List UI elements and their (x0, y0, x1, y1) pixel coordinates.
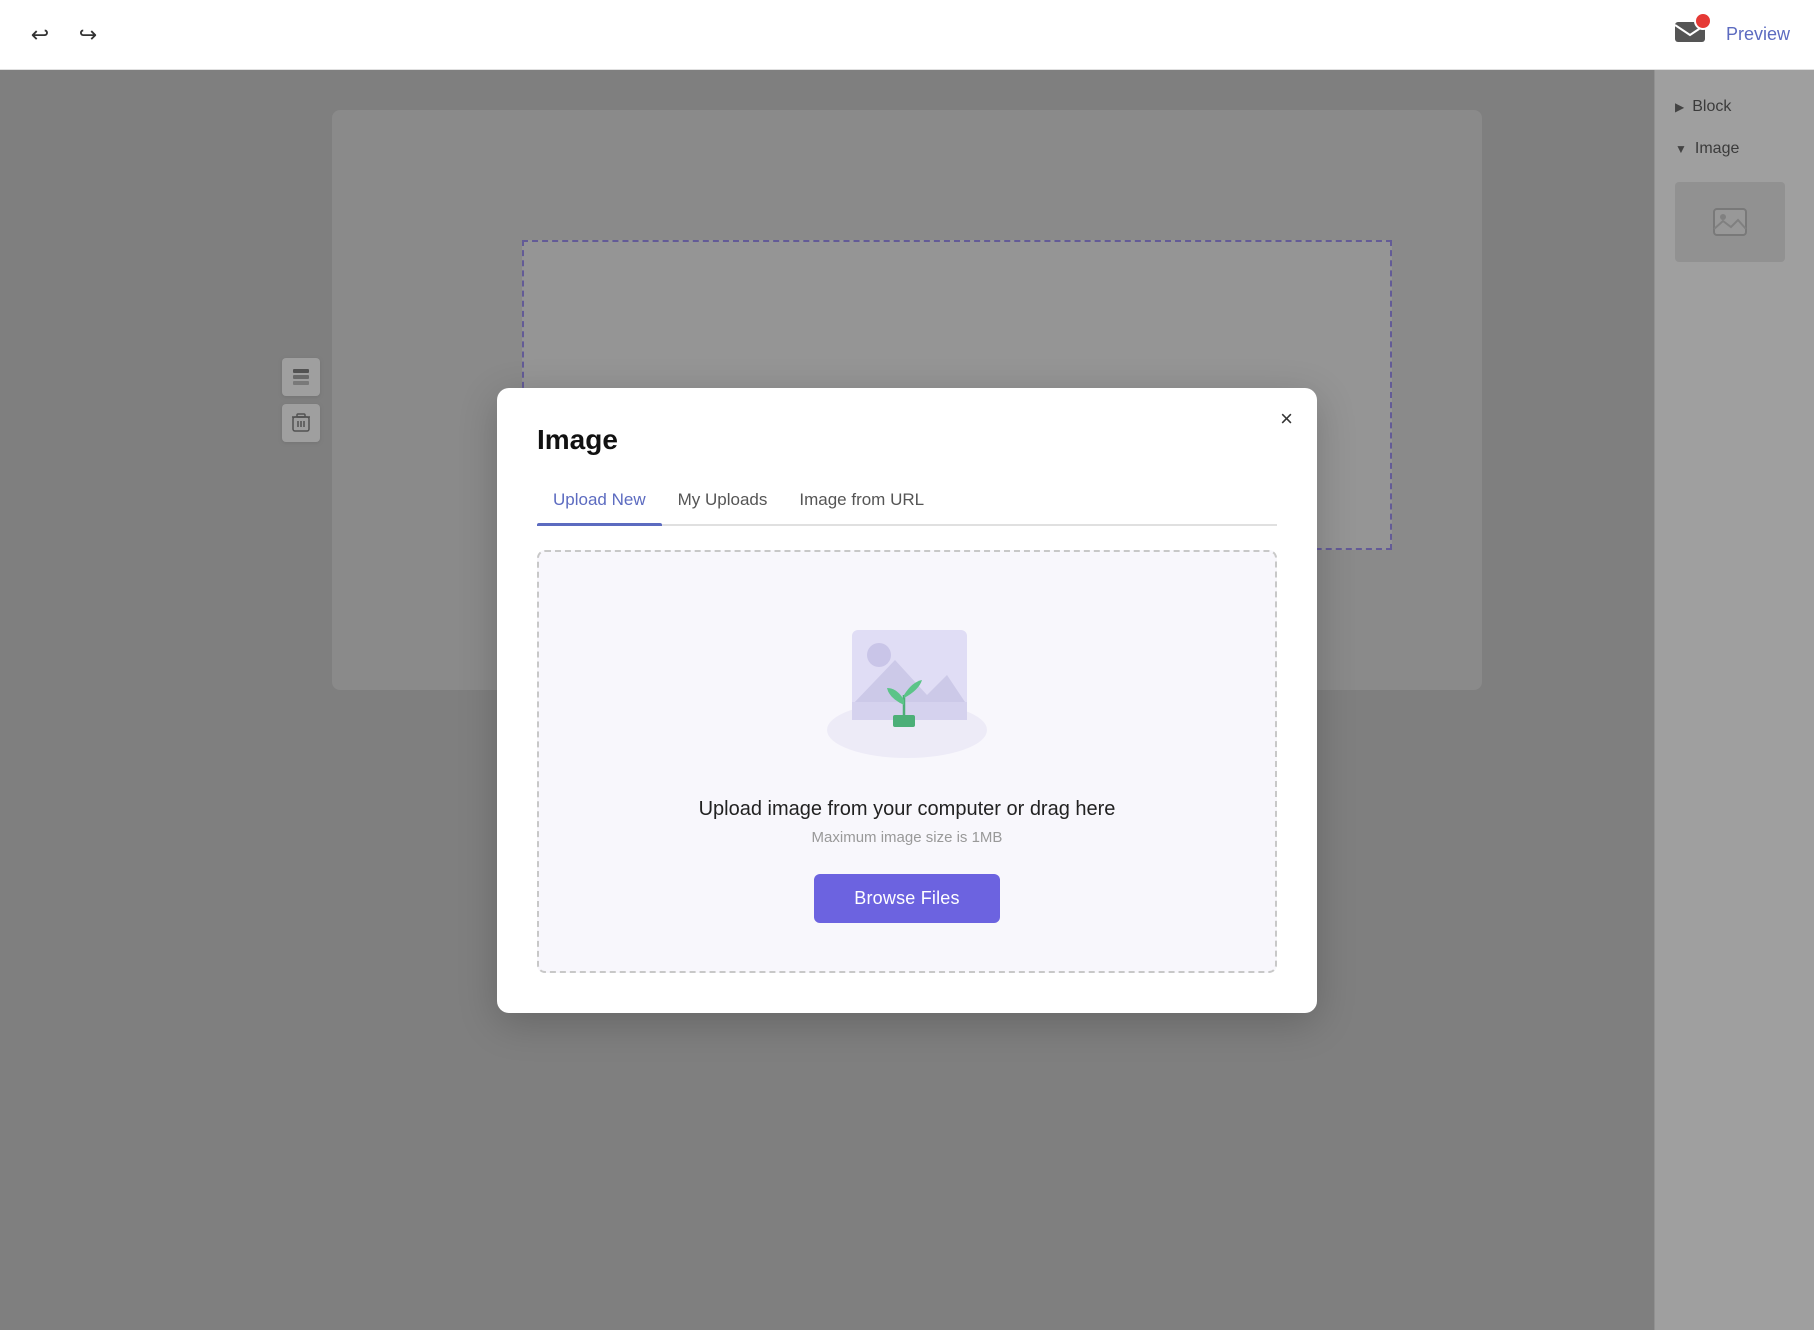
upload-sub-text: Maximum image size is 1MB (812, 829, 1003, 846)
main-area: ▶ Block ▼ Image × Image Upload New My Up… (0, 70, 1814, 1330)
modal-overlay: × Image Upload New My Uploads Image from… (0, 70, 1814, 1330)
upload-main-text: Upload image from your computer or drag … (699, 798, 1116, 821)
undo-button[interactable]: ↩ (24, 19, 56, 51)
upload-illustration (807, 600, 1007, 770)
notification-badge (1694, 12, 1712, 30)
preview-button[interactable]: Preview (1726, 24, 1790, 45)
upload-dropzone[interactable]: Upload image from your computer or drag … (537, 550, 1277, 973)
toolbar-right: Preview (1674, 18, 1790, 51)
browse-files-button[interactable]: Browse Files (814, 874, 999, 923)
modal-tabs: Upload New My Uploads Image from URL (537, 480, 1277, 526)
tab-upload-new[interactable]: Upload New (537, 480, 662, 524)
toolbar-left: ↩ ↪ (24, 19, 104, 51)
modal-title: Image (537, 424, 1277, 456)
image-modal: × Image Upload New My Uploads Image from… (497, 388, 1317, 1013)
tab-my-uploads[interactable]: My Uploads (662, 480, 784, 524)
tab-image-from-url[interactable]: Image from URL (783, 480, 940, 524)
toolbar: ↩ ↪ Preview (0, 0, 1814, 70)
modal-close-button[interactable]: × (1280, 408, 1293, 430)
mail-button[interactable] (1674, 18, 1706, 51)
redo-button[interactable]: ↪ (72, 19, 104, 51)
